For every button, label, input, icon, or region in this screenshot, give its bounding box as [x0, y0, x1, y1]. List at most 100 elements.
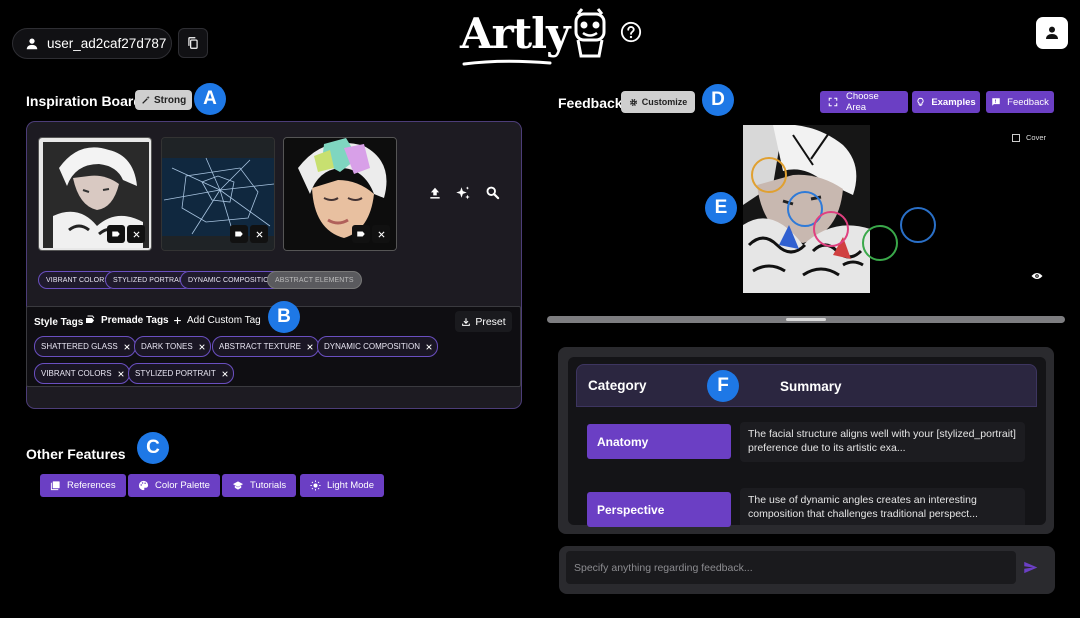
tag-image-3-button[interactable]: [352, 225, 370, 243]
remove-tag-icon[interactable]: [425, 343, 433, 351]
search-icon: [485, 185, 500, 200]
gear-icon: [629, 98, 638, 107]
feedback-button[interactable]: Feedback: [986, 91, 1054, 113]
visibility-toggle[interactable]: [1031, 271, 1043, 281]
remove-tag-icon[interactable]: [198, 343, 206, 351]
remove-tag-icon[interactable]: [123, 343, 131, 351]
feedback-icon: [991, 97, 1001, 107]
style-tag-text: VIBRANT COLORS: [41, 369, 112, 378]
close-icon: [377, 230, 386, 239]
resize-handle[interactable]: [786, 318, 826, 321]
eye-icon: [1031, 271, 1043, 281]
username: user_ad2caf27d787: [47, 36, 167, 51]
user-id-pill: user_ad2caf27d787: [12, 28, 172, 59]
send-icon: [1023, 561, 1038, 574]
magic-wand-icon: [141, 95, 151, 105]
annotation-circle-navy[interactable]: [900, 207, 936, 243]
badge-b: B: [268, 301, 300, 333]
inspiration-image-2[interactable]: [161, 137, 275, 251]
user-icon: [25, 37, 39, 51]
search-images-button[interactable]: [485, 185, 500, 200]
style-tag-chip[interactable]: SHATTERED GLASS: [34, 336, 136, 357]
remove-image-2-button[interactable]: [250, 225, 268, 243]
customize-label: Customize: [641, 97, 688, 107]
category-perspective-button[interactable]: Perspective: [587, 492, 731, 527]
category-column-header: Category: [588, 378, 647, 393]
remove-tag-icon[interactable]: [306, 343, 314, 351]
tutorials-label: Tutorials: [250, 480, 287, 491]
strength-chip[interactable]: Strong: [135, 90, 193, 110]
color-palette-button[interactable]: Color Palette: [128, 474, 220, 497]
logo-text: Artly: [460, 9, 570, 58]
premade-tags-button[interactable]: Premade Tags: [84, 314, 169, 326]
preset-button[interactable]: Preset: [455, 311, 512, 332]
style-tag-text: ABSTRACT TEXTURE: [219, 342, 301, 351]
style-tag-chip[interactable]: ABSTRACT TEXTURE: [212, 336, 319, 357]
color-palette-label: Color Palette: [155, 480, 210, 491]
remove-tag-icon[interactable]: [117, 370, 125, 378]
badge-e: E: [705, 192, 737, 224]
badge-f: F: [707, 370, 739, 402]
close-icon: [132, 230, 141, 239]
style-tag-text: SHATTERED GLASS: [41, 342, 118, 351]
inspiration-image-1[interactable]: [38, 137, 152, 251]
annotation-circle-orange[interactable]: [751, 157, 787, 193]
select-area-icon: [828, 97, 838, 107]
upload-icon: [428, 185, 442, 201]
badge-a: A: [194, 83, 226, 115]
tutorials-button[interactable]: Tutorials: [222, 474, 297, 497]
style-tag-chip[interactable]: DARK TONES: [134, 336, 211, 357]
inspiration-image-3[interactable]: [283, 137, 397, 251]
style-tag-chip[interactable]: DYNAMIC COMPOSITION: [317, 336, 439, 357]
preference-tag-disabled[interactable]: ABSTRACT ELEMENTS: [267, 271, 362, 289]
close-icon: [255, 230, 264, 239]
tag-icon: [356, 229, 366, 239]
examples-button[interactable]: Examples: [912, 91, 980, 113]
other-features-title: Other Features: [26, 446, 126, 462]
help-button[interactable]: [620, 21, 642, 43]
remove-tag-icon[interactable]: [221, 370, 229, 378]
feedback-input[interactable]: [566, 551, 1016, 584]
style-tag-chip[interactable]: VIBRANT COLORS: [34, 363, 130, 384]
feedback-artwork[interactable]: [743, 125, 870, 293]
choose-area-label: Choose Area: [846, 91, 879, 113]
remove-image-3-button[interactable]: [372, 225, 390, 243]
tag-image-1-button[interactable]: [107, 225, 125, 243]
remove-image-1-button[interactable]: [127, 225, 145, 243]
summary-anatomy-text: The facial structure aligns well with yo…: [740, 422, 1025, 462]
customize-button[interactable]: Customize: [621, 91, 695, 113]
summary-column-header: Summary: [780, 379, 842, 394]
copy-username-button[interactable]: [178, 28, 208, 58]
tag-image-2-button[interactable]: [230, 225, 248, 243]
references-button[interactable]: References: [40, 474, 126, 497]
style-tag-chip[interactable]: STYLIZED PORTRAIT: [128, 363, 234, 384]
person-icon: [1044, 25, 1060, 41]
premade-tags-icon: [84, 314, 96, 326]
sparkle-icon: [454, 185, 472, 203]
copy-icon: [186, 36, 200, 50]
annotation-circle-pink[interactable]: [813, 211, 849, 247]
add-custom-tag-button[interactable]: Add Custom Tag: [173, 315, 261, 326]
upload-button[interactable]: [428, 185, 442, 201]
style-tags-label: Style Tags: [34, 317, 84, 328]
cover-toggle[interactable]: Cover: [1012, 133, 1046, 142]
inspiration-board-title: Inspiration Board: [26, 93, 142, 109]
light-mode-button[interactable]: Light Mode: [300, 474, 385, 497]
badge-d: D: [702, 84, 734, 116]
lightbulb-icon: [916, 97, 925, 107]
add-custom-tag-label: Add Custom Tag: [187, 315, 261, 326]
profile-button[interactable]: [1036, 17, 1068, 49]
strength-label: Strong: [154, 94, 187, 106]
cover-checkbox[interactable]: [1012, 133, 1020, 142]
style-tag-text: STYLIZED PORTRAIT: [135, 369, 216, 378]
style-tag-text: DYNAMIC COMPOSITION: [324, 342, 421, 351]
category-anatomy-button[interactable]: Anatomy: [587, 424, 731, 459]
preset-label: Preset: [475, 315, 506, 328]
ai-generate-button[interactable]: [454, 185, 472, 203]
summary-perspective-text: The use of dynamic angles creates an int…: [740, 488, 1025, 525]
cover-label: Cover: [1026, 133, 1047, 142]
choose-area-button[interactable]: Choose Area: [820, 91, 908, 113]
annotation-circle-green[interactable]: [862, 225, 898, 261]
light-mode-label: Light Mode: [327, 480, 375, 491]
send-button[interactable]: [1023, 561, 1038, 574]
